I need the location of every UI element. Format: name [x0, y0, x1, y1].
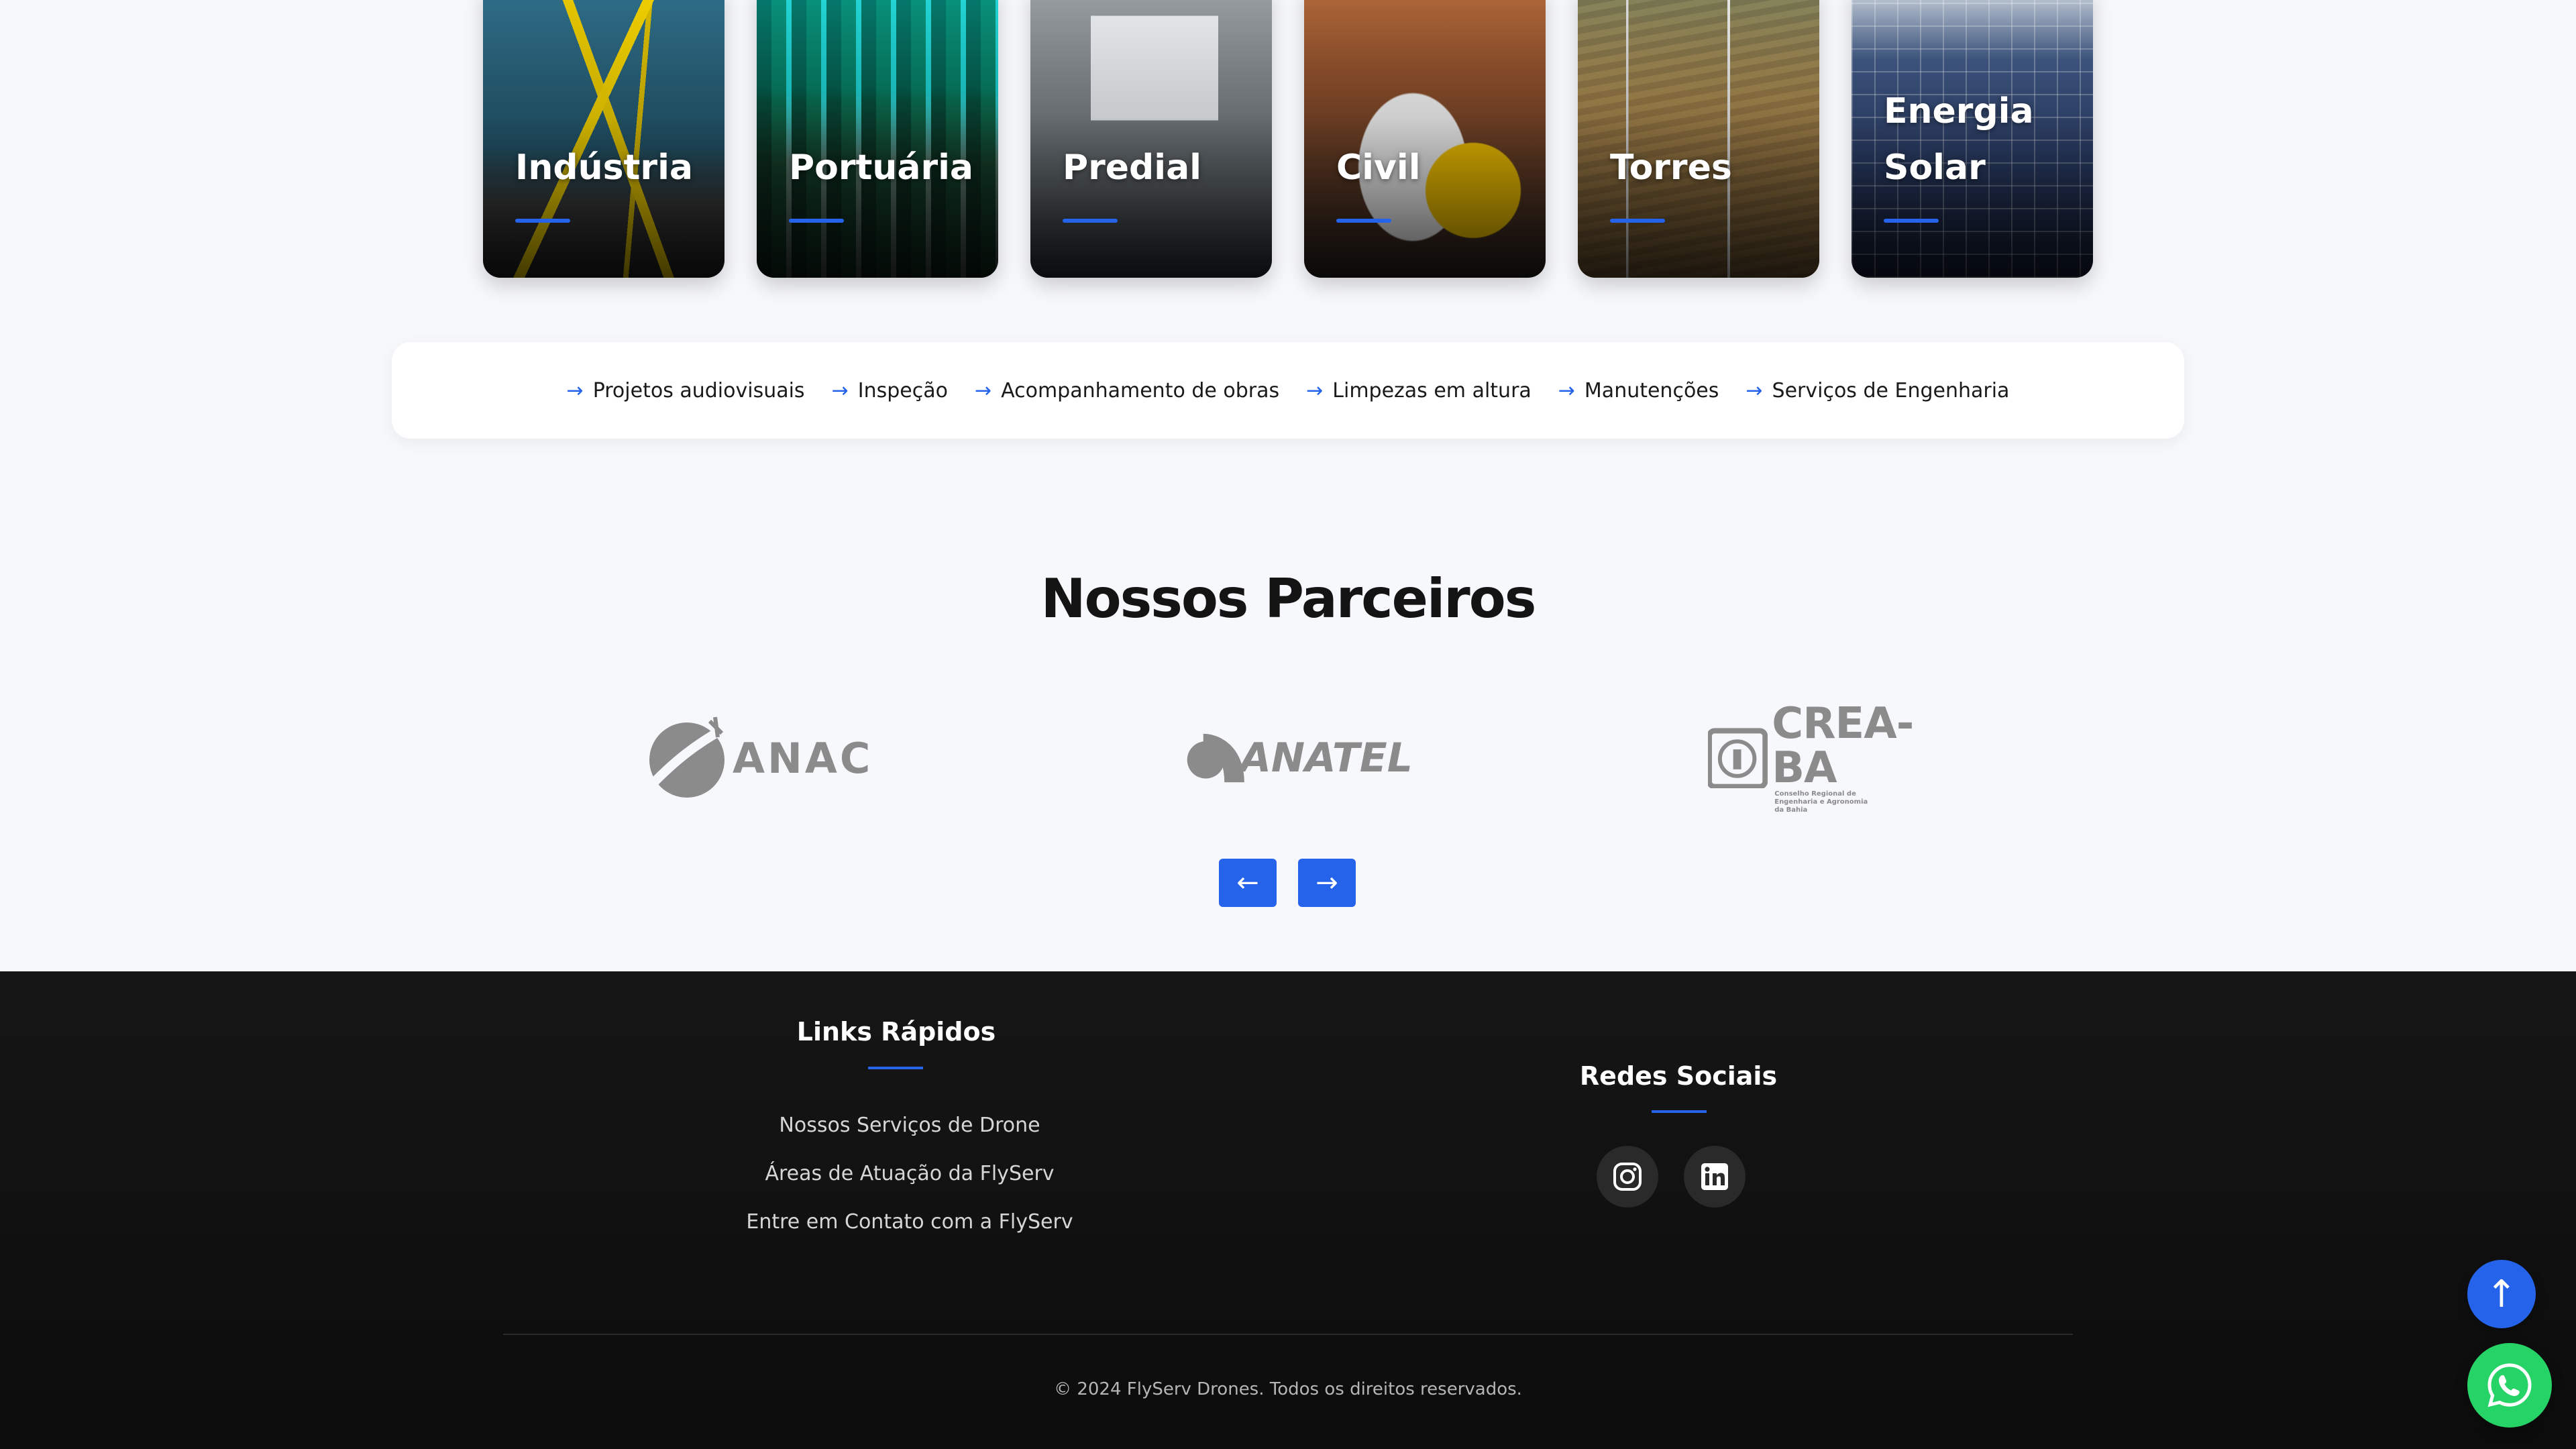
whatsapp-button[interactable]	[2467, 1343, 2552, 1428]
partner-logo-text: CREA-BA	[1772, 699, 1914, 793]
services-bar: → Projetos audiovisuais → Inspeção → Aco…	[392, 342, 2184, 439]
service-link-servicos-de-engenharia[interactable]: → Serviços de Engenharia	[1746, 379, 2009, 402]
service-label: Acompanhamento de obras	[1001, 378, 1280, 402]
area-card-underline	[1336, 219, 1391, 223]
instagram-button[interactable]	[1597, 1146, 1658, 1208]
area-card-energia-solar[interactable]: Energia Solar	[1851, 0, 2093, 278]
area-card-title: Civil	[1336, 148, 1421, 188]
areas-cards: Indústria Portuária Predial Civil Torres	[483, 0, 2093, 278]
quick-links-title: Links Rápidos	[796, 1017, 996, 1046]
service-link-projetos-audiovisuais[interactable]: → Projetos audiovisuais	[567, 379, 805, 402]
service-link-inspecao[interactable]: → Inspeção	[832, 379, 948, 402]
area-card-underline	[789, 219, 844, 223]
quick-link-contato[interactable]: Entre em Contato com a FlyServ	[695, 1198, 1124, 1246]
area-card-underline	[1610, 219, 1665, 223]
arrow-right-icon: →	[1306, 378, 1324, 402]
footer: Links Rápidos Nossos Serviços de Drone Á…	[0, 971, 2576, 1449]
social-title: Redes Sociais	[1579, 1061, 1778, 1091]
area-card-underline	[1884, 219, 1939, 223]
partner-logo-text: ANATEL	[1240, 735, 1413, 782]
linkedin-button[interactable]	[1684, 1146, 1746, 1208]
service-label: Manutenções	[1584, 378, 1719, 402]
arrow-right-icon: →	[831, 378, 849, 402]
partner-logo-subtitle: Conselho Regional de Engenharia e Agrono…	[1774, 790, 1868, 814]
service-link-limpezas-em-altura[interactable]: → Limpezas em altura	[1306, 379, 1532, 402]
social-underline	[1652, 1110, 1707, 1113]
partner-logo-crea-ba[interactable]: CREA-BA Conselho Regional de Engenharia …	[1708, 702, 1976, 814]
area-card-underline	[515, 219, 570, 223]
partner-logo-text: ANAC	[733, 733, 873, 783]
area-card-title: Predial	[1063, 148, 1201, 188]
service-link-manutencoes[interactable]: → Manutenções	[1558, 379, 1719, 402]
service-label: Serviços de Engenharia	[1772, 378, 2010, 402]
scroll-to-top-button[interactable]: ↑	[2467, 1260, 2536, 1328]
quick-link-areas[interactable]: Áreas de Atuação da FlyServ	[695, 1150, 1124, 1198]
quick-link-servicos[interactable]: Nossos Serviços de Drone	[695, 1102, 1124, 1150]
partner-logo-anatel[interactable]: ANATEL	[1185, 711, 1413, 805]
anac-emblem-icon	[649, 716, 726, 798]
area-card-portuaria[interactable]: Portuária	[757, 0, 998, 278]
quick-links-list: Nossos Serviços de Drone Áreas de Atuaçã…	[695, 1102, 1124, 1246]
crea-emblem-icon	[1708, 728, 1768, 788]
arrow-right-icon: →	[974, 378, 992, 402]
area-card-title: Energia Solar	[1884, 91, 2034, 188]
instagram-icon	[1613, 1163, 1642, 1191]
service-link-acompanhamento-de-obras[interactable]: → Acompanhamento de obras	[975, 379, 1279, 402]
footer-divider	[503, 1334, 2073, 1335]
whatsapp-icon	[2487, 1363, 2532, 1407]
partner-logo-anac[interactable]: ANAC	[648, 711, 890, 805]
partners-title: Nossos Parceiros	[1040, 568, 1537, 630]
area-card-civil[interactable]: Civil	[1304, 0, 1546, 278]
anatel-emblem-icon	[1187, 733, 1244, 783]
carousel-next-button[interactable]: →	[1298, 859, 1356, 907]
area-card-industria[interactable]: Indústria	[483, 0, 724, 278]
arrow-right-icon: →	[566, 378, 584, 402]
area-card-title: Portuária	[789, 148, 974, 188]
service-label: Limpezas em altura	[1332, 378, 1532, 402]
carousel-prev-button[interactable]: ←	[1219, 859, 1277, 907]
service-label: Inspeção	[857, 378, 948, 402]
arrow-up-icon: ↑	[2485, 1272, 2518, 1316]
page: Indústria Portuária Predial Civil Torres	[0, 0, 2576, 1449]
area-card-title: Indústria	[515, 148, 693, 188]
area-card-torres[interactable]: Torres	[1578, 0, 1819, 278]
area-card-predial[interactable]: Predial	[1030, 0, 1272, 278]
area-card-underline	[1063, 219, 1118, 223]
arrow-right-icon: →	[1746, 378, 1763, 402]
service-label: Projetos audiovisuais	[592, 378, 805, 402]
copyright-text: © 2024 FlyServ Drones. Todos os direitos…	[1054, 1379, 1522, 1399]
quick-links-underline	[868, 1067, 923, 1069]
arrow-right-icon: →	[1558, 378, 1575, 402]
area-card-title: Torres	[1610, 148, 1732, 188]
linkedin-icon	[1701, 1163, 1728, 1190]
